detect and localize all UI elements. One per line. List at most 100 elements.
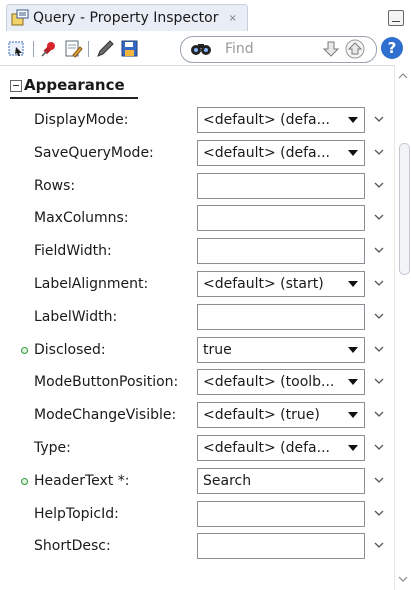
find-next-icon[interactable] [321,39,341,59]
property-row: DisplayMode: <default> (defa... [0,104,394,137]
property-value: <default> (toolb... [203,374,335,391]
property-input[interactable] [197,238,365,265]
section-title: Appearance [24,76,125,94]
dropdown-arrow-icon[interactable] [348,281,358,287]
property-label: MaxColumns: [34,210,129,227]
section-appearance[interactable]: Appearance [0,75,394,100]
scrollbar[interactable] [394,65,411,590]
property-value: <default> (defa... [203,144,330,161]
property-row: HeaderText *: Search [0,465,394,498]
property-row: LabelAlignment: <default> (start) [0,268,394,301]
minimize-icon[interactable] [388,10,404,26]
chevron-down-icon[interactable] [373,343,385,355]
toolbar: Find ? [0,33,411,66]
property-label: Type: [34,440,71,456]
chevron-down-icon[interactable] [373,211,385,223]
toolbar-separator [33,41,34,57]
property-row: Type: <default> (defa... [0,432,394,465]
chevron-down-icon[interactable] [373,277,385,289]
chevron-down-icon[interactable] [373,408,385,420]
chevron-down-icon[interactable] [373,539,385,551]
dropdown-arrow-icon[interactable] [348,117,358,123]
collapse-icon[interactable] [10,80,22,92]
chevron-down-icon[interactable] [373,375,385,387]
pin-icon[interactable] [38,38,60,60]
tab-title: Query - Property Inspector [33,10,219,26]
property-label: HelpTopicId: [34,505,119,522]
property-label: Disclosed: [34,341,106,358]
dropdown-arrow-icon[interactable] [348,346,358,353]
property-value: true [203,341,232,358]
scroll-up-icon[interactable] [398,71,408,81]
section-underline [10,97,138,99]
chevron-down-icon[interactable] [373,474,385,486]
find-previous-icon[interactable] [344,39,366,59]
property-row: ModeButtonPosition: <default> (toolb... [0,366,394,399]
property-label: ModeButtonPosition: [34,374,179,391]
close-icon[interactable]: × [229,13,237,24]
property-input[interactable] [197,172,365,199]
property-input[interactable]: Search [197,467,365,494]
dropdown-arrow-icon[interactable] [348,149,358,156]
property-label: Rows: [34,177,76,194]
find-placeholder: Find [225,41,254,57]
binoculars-icon [191,44,211,55]
chevron-down-icon[interactable] [373,113,385,125]
help-icon[interactable]: ? [381,37,403,59]
property-select[interactable]: <default> (defa... [197,435,365,461]
chevron-down-icon[interactable] [373,441,385,453]
scrollbar-thumb[interactable] [399,143,410,275]
edit-icon[interactable] [62,38,84,60]
property-row: LabelWidth: [0,301,394,334]
property-input[interactable] [197,303,365,330]
property-label: SaveQueryMode: [34,144,154,161]
property-row: HelpTopicId: [0,498,394,531]
chevron-down-icon[interactable] [373,310,385,322]
dropdown-arrow-icon[interactable] [348,412,358,419]
property-value: Search [203,472,252,489]
property-row: SaveQueryMode: <default> (defa... [0,137,394,170]
title-bar: Query - Property Inspector × [0,0,411,33]
dropdown-arrow-icon[interactable] [348,379,358,386]
query-icon [11,9,29,26]
chevron-down-icon[interactable] [373,244,385,256]
property-label: FieldWidth: [34,243,112,260]
modified-marker-icon [21,477,28,485]
scroll-down-icon[interactable] [398,574,408,584]
pencil-icon[interactable] [94,38,116,60]
property-select[interactable]: <default> (toolb... [197,369,365,396]
find-field[interactable]: Find [180,36,377,63]
property-value: <default> (defa... [203,440,330,456]
property-row: MaxColumns: [0,202,394,235]
chevron-down-icon[interactable] [373,179,385,191]
toolbar-separator [88,41,89,57]
chevron-down-icon[interactable] [373,507,385,519]
property-input[interactable] [197,500,365,527]
property-select[interactable]: <default> (true) [197,402,365,429]
property-label: LabelAlignment: [34,276,149,292]
property-value: <default> (start) [203,276,324,292]
property-select[interactable]: <default> (start) [197,271,365,297]
property-value: <default> (true) [203,407,320,424]
select-icon[interactable] [6,38,28,60]
property-select[interactable]: true [197,336,365,363]
property-label: DisplayMode: [34,112,129,128]
property-label: LabelWidth: [34,308,118,325]
property-row: Disclosed: true [0,334,394,367]
property-select[interactable]: <default> (defa... [197,107,365,133]
property-input[interactable] [197,533,365,560]
property-input[interactable] [197,205,365,232]
property-label: ModeChangeVisible: [34,407,177,424]
modified-marker-icon [21,346,28,354]
chevron-down-icon[interactable] [373,146,385,158]
property-value: <default> (defa... [203,112,330,128]
dropdown-arrow-icon[interactable] [348,445,358,451]
property-select[interactable]: <default> (defa... [197,139,365,166]
property-label: HeaderText *: [34,472,130,489]
save-icon[interactable] [119,38,141,60]
tab-property-inspector[interactable]: Query - Property Inspector × [6,4,248,31]
property-row: ModeChangeVisible: <default> (true) [0,399,394,432]
property-row: ShortDesc: [0,530,394,563]
property-row: FieldWidth: [0,235,394,268]
property-label: ShortDesc: [34,538,111,555]
